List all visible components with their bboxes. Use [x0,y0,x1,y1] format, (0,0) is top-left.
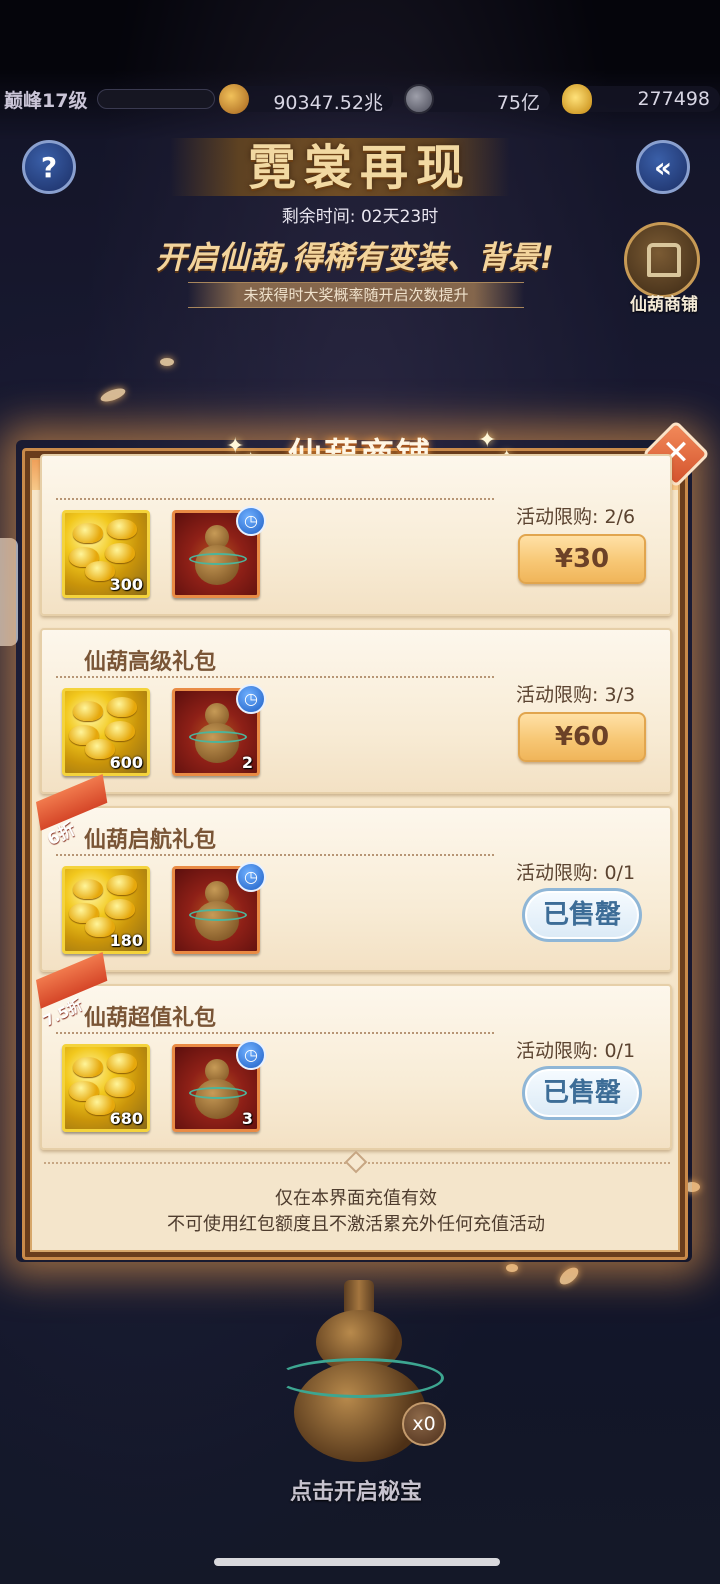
item-quantity: 3 [241,1109,253,1128]
event-title: 霓裳再现 [247,140,472,196]
item-quantity: 180 [109,931,143,950]
gold-ingot-item[interactable]: 180 [62,866,150,954]
divider [56,854,494,856]
item-quantity: 2 [241,753,253,772]
event-slogan: 开启仙葫,得稀有变装、背景! [156,240,554,276]
pack-card: 300 ◷ 活动限购: 2/6 ¥30 [40,454,672,616]
countdown: 剩余时间: 02天23时 [0,202,720,227]
gold-ingot-item[interactable]: 600 [62,688,150,776]
buy-button[interactable]: ¥60 [518,712,646,762]
purchase-limit: 活动限购: 3/3 [516,680,635,707]
item-quantity: 600 [109,753,143,772]
divider [56,498,494,500]
level-progress-bar [97,89,215,109]
probability-hint: 未获得时大奖概率随开启次数提升 [188,282,524,308]
sold-out-button: 已售罄 [522,888,642,942]
resource-value: 90347.52兆 [273,92,383,114]
petal-decoration [160,358,174,366]
resource-bar: 巅峰17级 90347.52兆 75亿 277498 [0,80,720,118]
footer-note: 仅在本界面充值有效 [275,1188,437,1209]
resource-value: 277498 [637,88,710,110]
resource-value: 75亿 [496,92,540,114]
footer-note: 不可使用红包额度且不激活累充外任何充值活动 [167,1214,545,1235]
pack-title: 仙葫超值礼包 [84,1006,217,1031]
pack-card: 仙葫高级礼包 600 2 ◷ 活动限购: 3/3 ¥60 [40,628,672,794]
treasure-gourd-icon[interactable] [270,1270,450,1480]
pack-card: 7.5折 仙葫超值礼包 680 3 ◷ 活动限购: 0/1 已售罄 [36,951,672,1150]
purchase-limit: 活动限购: 2/6 [516,502,635,529]
sold-out-button: 已售罄 [522,1066,642,1120]
purchase-limit-label: 活动限购: [516,506,599,528]
home-indicator[interactable] [214,1558,500,1566]
treasure-count-badge: x0 [402,1402,446,1446]
purchase-limit: 活动限购: 0/1 [516,858,635,885]
gold-coin-icon [219,84,249,114]
pack-card: 6折 仙葫启航礼包 180 ◷ 活动限购: 0/1 已售罄 [36,773,672,972]
resource-copper-coin[interactable]: 75亿 [404,84,550,114]
divider [56,676,494,678]
gold-ingot-item[interactable]: 300 [62,510,150,598]
purchase-limit-label: 活动限购: [516,684,599,706]
pack-title: 仙葫高级礼包 [84,650,217,675]
resource-gold-ingot[interactable]: 277498 [562,84,720,114]
shop-icon [624,222,700,298]
petal-decoration [506,1264,518,1272]
purchase-limit-value: 2/6 [604,506,636,528]
clock-icon: ◷ [236,862,266,892]
level-label: 巅峰17级 [4,90,88,112]
clock-icon: ◷ [236,1040,266,1070]
purchase-limit-label: 活动限购: [516,862,599,884]
purchase-limit-value: 0/1 [604,1040,636,1062]
pack-title: 仙葫启航礼包 [84,828,217,853]
open-treasure-button[interactable]: 点击开启秘宝 [0,1474,712,1506]
purchase-limit-value: 0/1 [604,862,636,884]
buy-button[interactable]: ¥30 [518,534,646,584]
clock-icon: ◷ [236,506,266,536]
countdown-label: 剩余时间: [281,207,356,227]
countdown-value: 02天23时 [360,207,439,227]
gold-ingot-item[interactable]: 680 [62,1044,150,1132]
shop-entry-label: 仙葫商铺 [630,295,698,315]
item-quantity: 300 [109,575,143,594]
gold-ingot-icon [562,84,592,114]
purchase-limit-label: 活动限购: [516,1040,599,1062]
gourd-shop-entry-button[interactable]: 仙葫商铺 [620,222,706,318]
sparkle-icon: ✦ [478,428,497,453]
purchase-limit-value: 3/3 [604,684,636,706]
resource-gold-coin[interactable]: 90347.52兆 [219,84,393,114]
purchase-limit: 活动限购: 0/1 [516,1036,635,1063]
item-quantity: 680 [109,1109,143,1128]
copper-coin-icon [404,84,434,114]
clock-icon: ◷ [236,684,266,714]
divider [56,1032,494,1034]
